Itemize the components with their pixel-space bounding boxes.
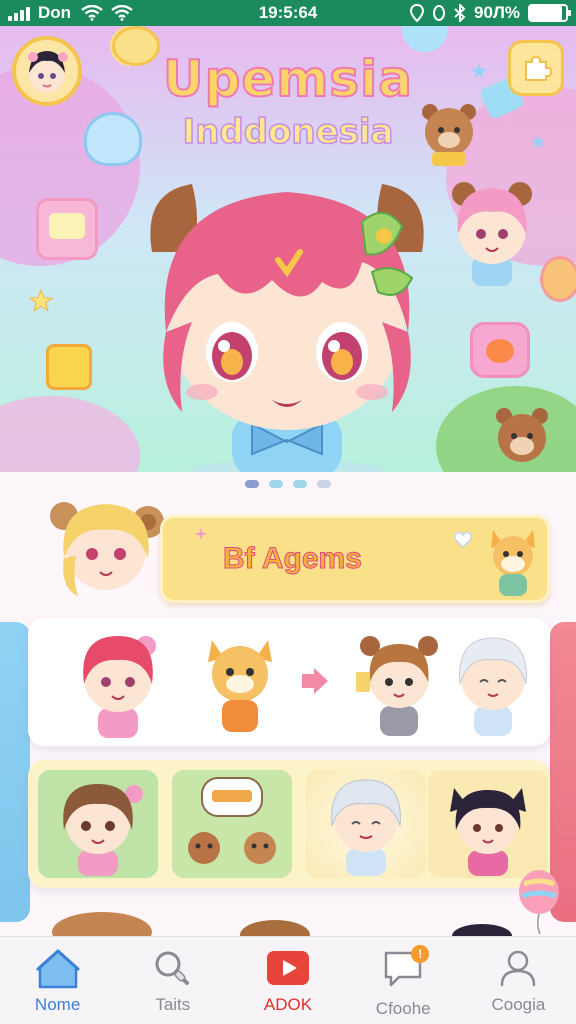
next-row-preview xyxy=(0,900,576,952)
signal-icon xyxy=(8,5,30,21)
arrow-right-icon[interactable] xyxy=(300,668,330,694)
nav-label: Coogia xyxy=(491,995,546,1014)
character-tile[interactable] xyxy=(306,770,426,878)
character-tile[interactable] xyxy=(428,770,548,878)
nav-label: ADOK xyxy=(263,995,313,1014)
cat-character xyxy=(208,640,272,732)
star-icon xyxy=(28,288,54,313)
dice-sticker xyxy=(46,344,92,390)
carousel-dot[interactable] xyxy=(245,480,259,488)
app-title: Upemsia xyxy=(162,49,414,109)
bear-character xyxy=(422,104,476,166)
nav-label: Taits xyxy=(155,995,191,1014)
bluetooth-icon xyxy=(454,4,466,22)
character-tile[interactable] xyxy=(38,770,158,878)
nav-chat[interactable]: ! Cfoohe xyxy=(346,937,461,1024)
brown-hair-character xyxy=(63,784,143,876)
event-banner[interactable]: Bf Agems xyxy=(160,515,550,603)
location-icon xyxy=(410,4,425,22)
black-cat-ear-character xyxy=(450,788,526,876)
battery-percent: 90Л% xyxy=(474,3,520,22)
battery-icon xyxy=(528,4,571,22)
gem-sticker xyxy=(402,26,448,52)
nav-profile[interactable]: Coogia xyxy=(461,937,576,1024)
banner-title: Bf Agems xyxy=(223,542,363,576)
carrier-name: Don xyxy=(38,3,72,22)
cat-sticker xyxy=(470,322,530,378)
sparkle-icon xyxy=(194,527,208,541)
bears-chat-character xyxy=(188,777,276,864)
red-hair-character xyxy=(83,636,156,738)
status-bar: Don 19:5:64 90Л% xyxy=(0,0,576,26)
hero-banner[interactable]: Upemsia Inddonesia xyxy=(0,26,576,472)
app-subtitle: Inddonesia xyxy=(182,111,395,153)
character-tile[interactable] xyxy=(172,770,292,878)
wifi-icon xyxy=(81,5,103,21)
play-icon xyxy=(267,951,309,985)
nav-play[interactable]: ADOK xyxy=(230,937,345,1024)
notification-badge: ! xyxy=(411,945,430,963)
fox-character xyxy=(491,530,535,596)
silver-hair-character xyxy=(331,779,401,876)
nav-search[interactable]: Taits xyxy=(115,937,230,1024)
carousel-dot[interactable] xyxy=(293,480,307,488)
bear-boy-character xyxy=(356,636,438,736)
carousel-indicator[interactable] xyxy=(0,480,576,488)
left-ribbon xyxy=(0,622,30,922)
squirrel-character xyxy=(496,408,548,462)
nav-label: Nome xyxy=(34,995,81,1014)
profile-icon xyxy=(501,950,536,987)
nav-label: Cfoohe xyxy=(375,999,431,1018)
search-icon xyxy=(155,951,189,985)
character-grid[interactable] xyxy=(28,760,550,888)
alarm-icon xyxy=(433,5,446,21)
game-console-sticker xyxy=(36,198,98,260)
pink-hair-character xyxy=(452,182,532,286)
white-hair-character xyxy=(459,637,527,736)
home-icon xyxy=(36,949,80,989)
balloon-icon xyxy=(519,870,559,934)
carousel-dot[interactable] xyxy=(269,480,283,488)
heart-icon xyxy=(453,531,473,548)
carousel-dot[interactable] xyxy=(317,480,331,488)
bottom-nav: Nome Taits ADOK ! Cfoohe Coogia xyxy=(0,936,576,1024)
character-row[interactable] xyxy=(28,618,550,746)
wifi-icon xyxy=(111,5,133,21)
nav-home[interactable]: Nome xyxy=(0,937,115,1024)
blonde-ram-character xyxy=(50,502,164,596)
status-time: 19:5:64 xyxy=(258,3,318,22)
hero-character xyxy=(150,184,424,472)
